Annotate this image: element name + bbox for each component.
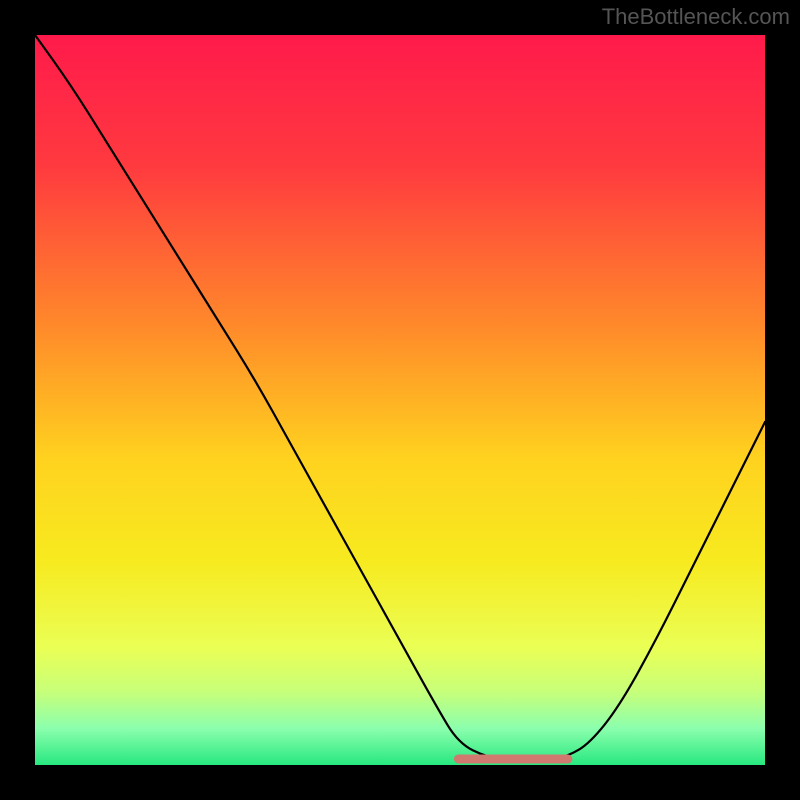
bottleneck-chart <box>35 35 765 765</box>
watermark-label: TheBottleneck.com <box>602 4 790 30</box>
chart-frame: TheBottleneck.com <box>0 0 800 800</box>
gradient-background <box>35 35 765 765</box>
